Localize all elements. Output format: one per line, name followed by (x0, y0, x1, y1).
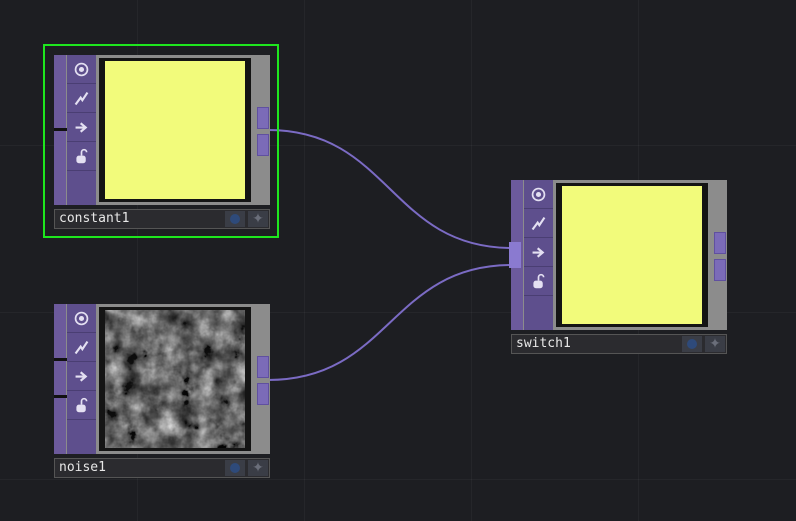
input-marker (54, 395, 68, 398)
pin-icon[interactable]: ✦ (705, 336, 725, 352)
output-strip (711, 180, 727, 330)
wire-constant1-to-switch1[interactable] (267, 129, 513, 249)
viewer-dot-icon (230, 463, 240, 473)
viewer-toggle-icon[interactable] (67, 304, 96, 333)
node-icon-column (67, 55, 96, 205)
cook-flag-icon[interactable] (67, 84, 96, 113)
pin-icon[interactable]: ✦ (248, 460, 268, 476)
export-arrow-icon[interactable] (67, 362, 96, 391)
viewer-button[interactable] (225, 460, 245, 476)
node-namebar[interactable]: noise1 ✦ (54, 458, 270, 478)
viewer-dot-icon (230, 214, 240, 224)
node-namebar[interactable]: switch1 ✦ (511, 334, 727, 354)
export-arrow-icon[interactable] (67, 113, 96, 142)
cook-flag-icon[interactable] (524, 209, 553, 238)
preview-solid-yellow (105, 61, 245, 199)
node-noise1[interactable]: noise1 ✦ (54, 304, 270, 478)
lock-icon[interactable] (67, 391, 96, 420)
node-viewer (99, 307, 251, 451)
output-strip (254, 304, 270, 454)
output-connector-1[interactable] (714, 232, 726, 254)
network-editor[interactable]: constant1 ✦ noise1 ✦ switch1 ✦ (0, 0, 796, 521)
node-icon-column (67, 304, 96, 454)
output-connector-1[interactable] (257, 107, 269, 129)
output-connector-2[interactable] (257, 383, 269, 405)
viewer-toggle-icon[interactable] (524, 180, 553, 209)
node-namebar[interactable]: constant1 ✦ (54, 209, 270, 229)
node-icon-column (524, 180, 553, 330)
export-arrow-icon[interactable] (524, 238, 553, 267)
preview-noise (105, 310, 245, 448)
viewer-button[interactable] (682, 336, 702, 352)
input-connector[interactable] (509, 242, 521, 268)
output-connector-2[interactable] (257, 134, 269, 156)
pin-icon[interactable]: ✦ (248, 211, 268, 227)
output-connector-1[interactable] (257, 356, 269, 378)
node-name[interactable]: switch1 (516, 336, 571, 352)
output-connector-2[interactable] (714, 259, 726, 281)
node-name[interactable]: noise1 (59, 460, 106, 476)
lock-icon[interactable] (524, 267, 553, 296)
input-marker (54, 128, 68, 131)
operator-family-strip (54, 304, 66, 454)
input-marker (54, 358, 68, 361)
lock-icon[interactable] (67, 142, 96, 171)
node-name[interactable]: constant1 (59, 211, 129, 227)
node-switch1[interactable]: switch1 ✦ (509, 180, 727, 354)
output-strip (254, 55, 270, 205)
node-viewer (556, 183, 708, 327)
viewer-dot-icon (687, 339, 697, 349)
viewer-button[interactable] (225, 211, 245, 227)
preview-solid-yellow (562, 186, 702, 324)
node-viewer (99, 58, 251, 202)
viewer-toggle-icon[interactable] (67, 55, 96, 84)
wire-noise1-to-switch1[interactable] (267, 264, 513, 381)
cook-flag-icon[interactable] (67, 333, 96, 362)
node-constant1[interactable]: constant1 ✦ (43, 44, 279, 238)
